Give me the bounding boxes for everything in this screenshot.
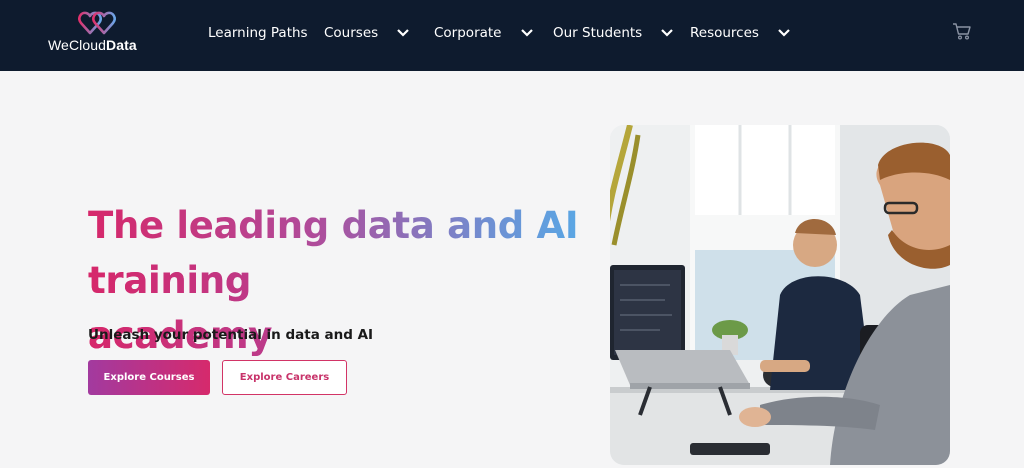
chevron-down-icon (397, 29, 409, 37)
brand-name-light: WeCloud (48, 37, 107, 53)
chevron-down-icon (520, 29, 533, 37)
site-header: WeCloudData Learning Paths Courses Corpo… (0, 0, 1024, 71)
hero-subtitle: Unleash your potential in data and AI (88, 327, 374, 343)
brand-name: WeCloudData (48, 37, 137, 53)
brand-name-bold: Data (106, 37, 137, 53)
nav-resources[interactable]: Resources (690, 23, 791, 43)
explore-courses-button[interactable]: Explore Courses (88, 360, 210, 395)
nav-courses[interactable]: Courses (324, 23, 410, 43)
nav-label: Learning Paths (208, 25, 308, 41)
chevron-down-icon (661, 29, 673, 37)
cart-icon[interactable] (952, 22, 972, 40)
chevron-down-icon (778, 29, 790, 37)
nav-our-students[interactable]: Our Students (553, 23, 674, 43)
nav-corporate[interactable]: Corporate (434, 23, 534, 43)
nav-learning-paths[interactable]: Learning Paths (208, 23, 308, 43)
nav-label: Our Students (553, 25, 643, 41)
hero-photo (610, 125, 950, 465)
explore-careers-button[interactable]: Explore Careers (222, 360, 347, 395)
brand-logo[interactable]: WeCloudData (48, 10, 158, 58)
heart-logo-icon (78, 11, 116, 35)
nav-label: Courses (324, 25, 379, 41)
headline-line-1: The leading data and AI (88, 204, 579, 247)
nav-label: Corporate (434, 25, 502, 41)
office-scene-illustration (610, 125, 950, 465)
nav-label: Resources (690, 25, 759, 41)
headline-line-2: training academy (88, 253, 408, 363)
